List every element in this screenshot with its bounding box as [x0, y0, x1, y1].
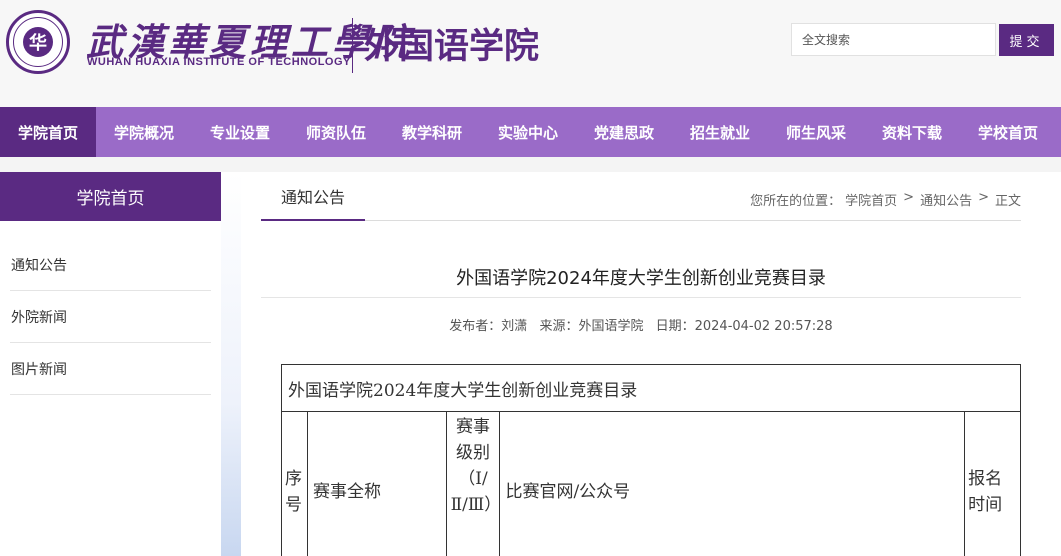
main-nav: 学院首页 学院概况 专业设置 师资队伍 教学科研 实验中心 党建思政 招生就业 …: [0, 107, 1061, 157]
sidebar-gutter: [221, 172, 241, 556]
sidebar-title: 学院首页: [0, 172, 221, 221]
nav-item-home[interactable]: 学院首页: [0, 107, 96, 157]
breadcrumb-prefix: 您所在的位置：: [750, 194, 842, 209]
college-name: 外国语学院: [364, 26, 540, 67]
article-title: 外国语学院2024年度大学生创新创业竞赛目录: [456, 268, 826, 289]
table-header-cell: 赛事全称: [308, 412, 447, 556]
sidebar-list: 通知公告 外院新闻 图片新闻: [0, 239, 221, 395]
tab-notices[interactable]: 通知公告: [261, 172, 366, 221]
nav-item-overview[interactable]: 学院概况: [96, 107, 192, 157]
table-header-cell: 赛事级别（Ⅰ/Ⅱ/Ⅲ）: [447, 412, 501, 556]
search-submit-button[interactable]: 提交: [999, 24, 1054, 56]
sidebar-item-notices[interactable]: 通知公告: [10, 239, 211, 291]
breadcrumb-separator: >: [978, 190, 989, 205]
nav-item-party[interactable]: 党建思政: [576, 107, 672, 157]
content-header: 通知公告 您所在的位置： 学院首页 > 通知公告 > 正文: [261, 172, 1021, 221]
table-header-cell: 报名时间: [968, 469, 1003, 515]
nav-item-downloads[interactable]: 资料下载: [864, 107, 960, 157]
breadcrumb-home[interactable]: 学院首页: [845, 190, 897, 209]
university-logo[interactable]: 华: [6, 10, 70, 74]
search-input[interactable]: [791, 23, 996, 56]
nav-item-gallery[interactable]: 师生风采: [768, 107, 864, 157]
nav-item-lab-center[interactable]: 实验中心: [480, 107, 576, 157]
logo-emblem-icon: 华: [23, 27, 53, 57]
table-caption: 外国语学院2024年度大学生创新创业竞赛目录: [282, 365, 1020, 412]
article-date: 日期：2024-04-02 20:57:28: [655, 319, 833, 334]
table-header-row: 序号 赛事全称 赛事级别（Ⅰ/Ⅱ/Ⅲ） 比赛官网/公众号 报名时间: [282, 412, 1020, 556]
sidebar-item-photo-news[interactable]: 图片新闻: [10, 343, 211, 395]
table-header-cell: 序号: [282, 412, 308, 556]
title-divider: [261, 297, 1021, 298]
nav-item-faculty[interactable]: 师资队伍: [288, 107, 384, 157]
breadcrumb-current: 正文: [994, 194, 1021, 209]
site-header: 华 武漢華夏理工學院 WUHAN HUAXIA INSTITUTE OF TEC…: [0, 0, 1061, 107]
nav-item-majors[interactable]: 专业设置: [192, 107, 288, 157]
breadcrumb-notices[interactable]: 通知公告: [920, 190, 972, 209]
sidebar-item-news[interactable]: 外院新闻: [10, 291, 211, 343]
breadcrumb: 您所在的位置： 学院首页 > 通知公告 > 正文: [750, 190, 1021, 209]
article-meta: 发布者：刘潇 来源：外国语学院 日期：2024-04-02 20:57:28: [261, 315, 1021, 334]
breadcrumb-separator: >: [903, 190, 915, 205]
header-divider: [352, 18, 353, 73]
nav-item-admission[interactable]: 招生就业: [672, 107, 768, 157]
article-author: 发布者：刘潇: [449, 319, 528, 334]
main-content: 通知公告 您所在的位置： 学院首页 > 通知公告 > 正文 外国语学院2024年…: [241, 172, 1061, 556]
nav-item-research[interactable]: 教学科研: [384, 107, 480, 157]
article-source: 来源：外国语学院: [539, 319, 644, 334]
competition-table: 外国语学院2024年度大学生创新创业竞赛目录 序号 赛事全称 赛事级别（Ⅰ/Ⅱ/…: [281, 364, 1021, 556]
table-header-cell: 比赛官网/公众号: [500, 412, 966, 556]
nav-item-school-home[interactable]: 学校首页: [960, 107, 1056, 157]
university-name-en: WUHAN HUAXIA INSTITUTE OF TECHNOLOGY: [87, 56, 351, 68]
sidebar: 学院首页 通知公告 外院新闻 图片新闻: [0, 172, 221, 556]
